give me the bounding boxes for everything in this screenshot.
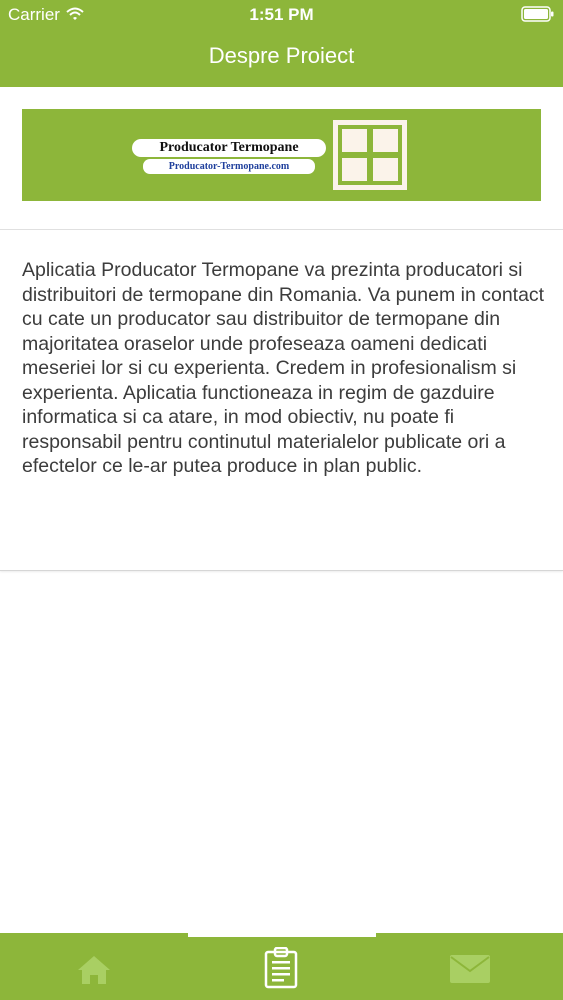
status-bar: Carrier 1:51 PM [0, 0, 563, 30]
tab-home[interactable] [0, 933, 188, 1000]
logo-url: Producator-Termopane.com [143, 159, 315, 174]
tab-about[interactable] [188, 933, 376, 1000]
envelope-icon [450, 955, 490, 983]
banner-card: Producator Termopane Producator-Termopan… [0, 87, 563, 230]
home-icon [78, 956, 110, 984]
clock-label: 1:51 PM [249, 5, 314, 24]
logo-title: Producator Termopane [132, 139, 326, 157]
page-title: Despre Proiect [208, 43, 355, 68]
project-description: Aplicatia Producator Termopane va prezin… [22, 259, 545, 477]
clipboard-icon [264, 947, 298, 989]
window-icon [333, 120, 407, 195]
brand-logo: Producator Termopane Producator-Termopan… [132, 136, 326, 178]
description-card: Aplicatia Producator Termopane va prezin… [0, 230, 563, 571]
tab-contact[interactable] [376, 933, 563, 1000]
brand-banner: Producator Termopane Producator-Termopan… [22, 109, 541, 201]
battery-icon [521, 6, 555, 27]
